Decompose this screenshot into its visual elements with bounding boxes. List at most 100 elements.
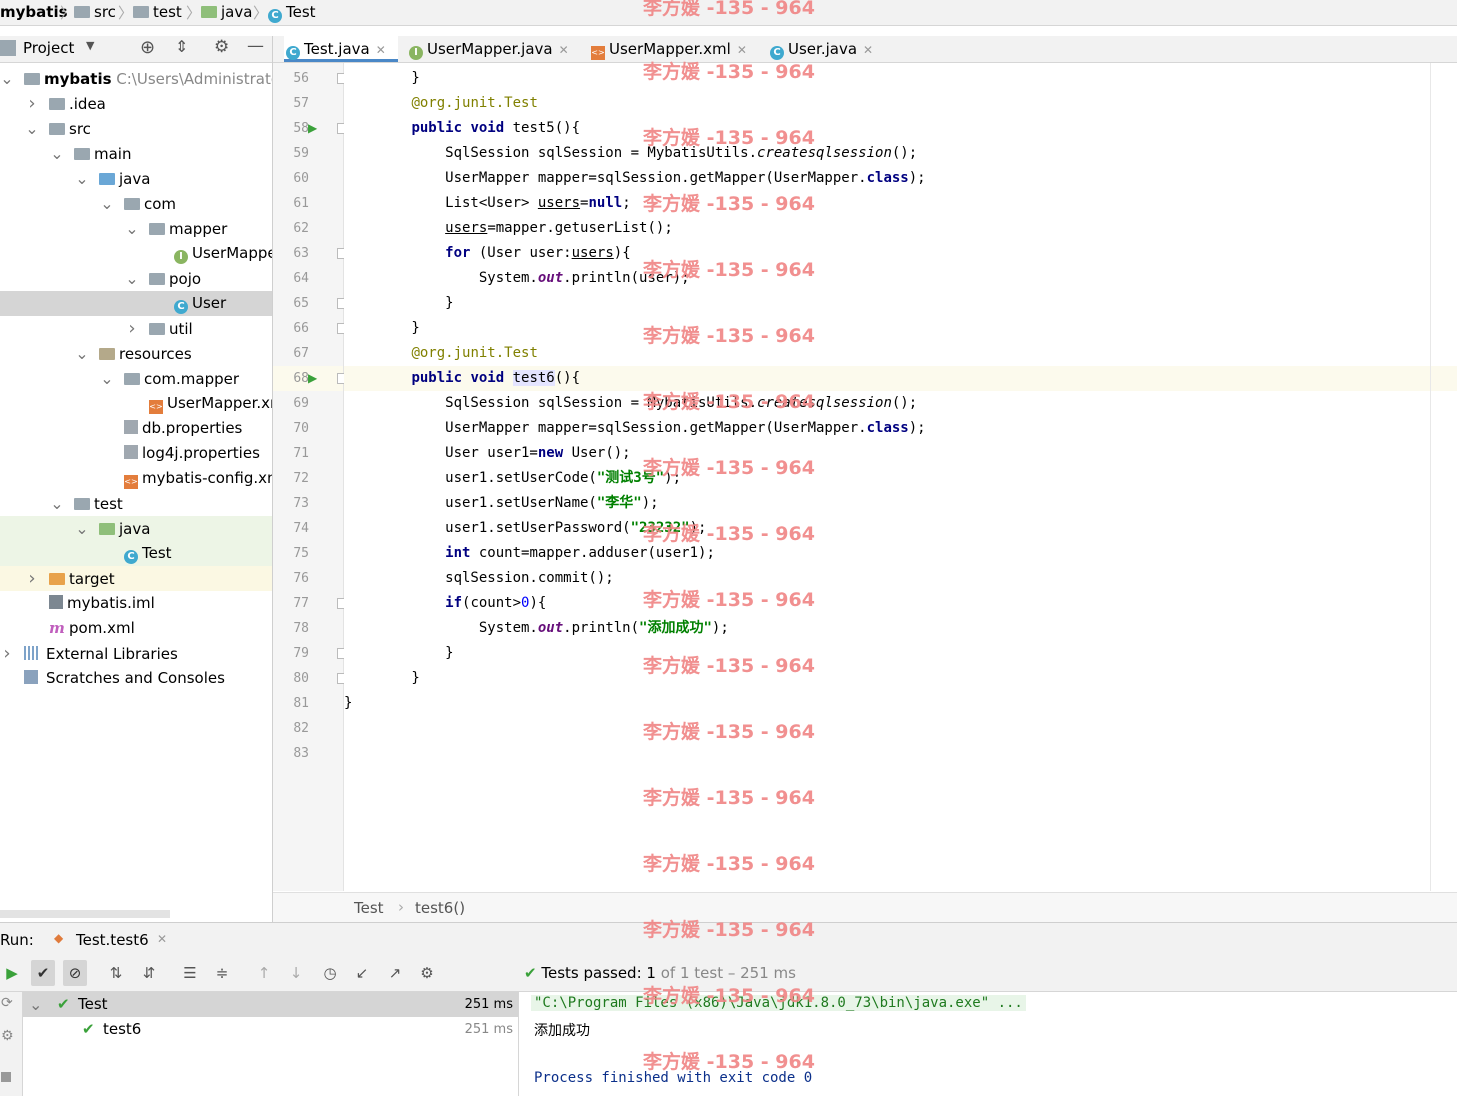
resources-folder-icon — [99, 348, 115, 360]
expand-all-icon[interactable]: ☰ — [178, 960, 202, 986]
chevron-right-icon[interactable]: › — [125, 316, 139, 341]
tree-item[interactable]: ⌄ resources — [0, 341, 272, 366]
gear-icon[interactable]: ⚙ — [214, 37, 229, 57]
debug-icon[interactable]: ⟳ — [1, 995, 13, 1011]
tab-usermapper-xml[interactable]: <> UserMapper.xml ✕ — [591, 36, 747, 62]
settings-icon[interactable]: ⚙ — [1, 1028, 14, 1044]
chevron-down-icon[interactable]: ▼ — [86, 39, 94, 52]
editor-gutter[interactable]: 56 57 58 ▶ 59 60 61 62 63 64 65 66 67 68 ▶ 69 70 71 72 73 74… — [273, 63, 348, 891]
chevron-down-icon[interactable]: ⌄ — [75, 166, 89, 191]
editor-breadcrumb-class[interactable]: Test — [354, 899, 384, 917]
test-result-row[interactable]: ✔ test6 251 ms — [23, 1017, 518, 1042]
collapse-all-icon[interactable]: ⇕ — [175, 37, 188, 56]
console-output[interactable]: "C:\Program Files (x86)\Java\jdk1.8.0_73… — [519, 992, 1457, 1096]
tree-item[interactable]: <> mybatis-config.xml — [0, 466, 272, 491]
import-tests-icon[interactable]: ↙ — [350, 960, 374, 986]
tab-usermapper-java[interactable]: I UserMapper.java ✕ — [409, 36, 569, 62]
sort-alpha-icon[interactable]: ⇅ — [104, 960, 128, 986]
code-editor[interactable]: } @org.junit.Test public void test5(){ S… — [344, 63, 1457, 891]
chevron-down-icon[interactable]: ⌄ — [29, 992, 42, 1017]
tree-item[interactable]: ⌄ com — [0, 191, 272, 216]
tree-item[interactable]: ⌄ mapper — [0, 216, 272, 241]
run-tab-test-test6[interactable]: Test.test6 — [76, 931, 149, 949]
project-view-title[interactable]: Project — [23, 39, 74, 57]
project-horizontal-scrollbar[interactable] — [0, 910, 170, 918]
library-icon — [24, 646, 40, 660]
editor-breadcrumb-method[interactable]: test6() — [415, 899, 465, 917]
tree-item[interactable]: <> UserMapper.xml — [0, 391, 272, 416]
next-failed-icon[interactable]: ↓ — [284, 960, 308, 986]
close-icon[interactable]: ✕ — [737, 43, 747, 57]
chevron-down-icon[interactable]: ⌄ — [25, 116, 39, 141]
tree-item[interactable]: Scratches and Consoles — [0, 666, 272, 691]
chevron-down-icon[interactable]: ⌄ — [75, 516, 89, 541]
tree-item[interactable]: C User — [0, 291, 272, 316]
breadcrumb-src[interactable]: src — [74, 3, 116, 21]
stop-icon[interactable] — [1, 1072, 11, 1082]
tree-item[interactable]: db.properties — [0, 416, 272, 441]
chevron-right-icon[interactable]: › — [25, 91, 39, 116]
run-test-icon[interactable]: ▶ — [308, 371, 317, 385]
tree-item[interactable]: ⌄ java — [0, 516, 272, 541]
tree-item[interactable]: log4j.properties — [0, 441, 272, 466]
chevron-down-icon[interactable]: ⌄ — [50, 491, 64, 516]
chevron-right-icon[interactable]: › — [0, 641, 14, 666]
close-icon[interactable]: ✕ — [559, 43, 569, 57]
collapse-all-icon[interactable]: ≑ — [210, 960, 234, 986]
tree-item[interactable]: ⌄ src — [0, 116, 272, 141]
tree-item[interactable]: m pom.xml — [0, 616, 272, 641]
minimize-icon[interactable]: — — [247, 36, 264, 56]
breadcrumb-test[interactable]: test — [133, 3, 182, 21]
chevron-down-icon[interactable]: ⌄ — [125, 266, 139, 291]
tree-item[interactable]: ⌄ pojo — [0, 266, 272, 291]
tree-item[interactable]: ⌄ mybatis C:\Users\Administrator — [0, 66, 272, 91]
tree-item[interactable]: ⌄ com.mapper — [0, 366, 272, 391]
folder-icon — [74, 498, 90, 510]
tree-item[interactable]: mybatis.iml — [0, 591, 272, 616]
rerun-icon[interactable]: ▶ — [0, 960, 24, 986]
tree-item[interactable]: › External Libraries — [0, 641, 272, 666]
line-number: 76 — [293, 571, 309, 586]
show-passed-icon[interactable]: ✔ — [31, 960, 55, 986]
run-test-icon[interactable]: ▶ — [308, 121, 317, 135]
tree-item-label: User — [192, 294, 227, 312]
chevron-down-icon[interactable]: ⌄ — [75, 341, 89, 366]
locate-icon[interactable]: ⊕ — [140, 37, 155, 58]
close-icon[interactable]: ✕ — [376, 43, 386, 57]
chevron-down-icon[interactable]: ⌄ — [0, 66, 14, 91]
breadcrumb-java[interactable]: java — [201, 3, 252, 21]
run-panel-header: Run: ◆ Test.test6 ✕ — [0, 922, 1457, 956]
chevron-down-icon[interactable]: ⌄ — [100, 366, 114, 391]
tree-item-label: util — [169, 320, 193, 338]
breadcrumb-project[interactable]: mybatis — [0, 3, 68, 21]
tree-item[interactable]: ⌄ java — [0, 166, 272, 191]
line-number: 71 — [293, 446, 309, 461]
tab-user-java[interactable]: C User.java ✕ — [770, 36, 873, 62]
gear-icon[interactable]: ⚙ — [415, 960, 439, 986]
tree-item[interactable]: › .idea — [0, 91, 272, 116]
code-line: } — [344, 645, 454, 661]
tree-item[interactable]: ⌄ main — [0, 141, 272, 166]
tree-item[interactable]: › util — [0, 316, 272, 341]
chevron-down-icon[interactable]: ⌄ — [100, 191, 114, 216]
tab-label: UserMapper.xml — [609, 40, 731, 58]
breadcrumb-separator-icon: 〉 — [60, 4, 76, 22]
test-result-row[interactable]: ⌄ ✔ Test 251 ms — [23, 992, 518, 1017]
tree-item[interactable]: C Test — [0, 541, 272, 566]
tree-item-label: mybatis.iml — [67, 594, 155, 612]
tree-item[interactable]: I UserMapper — [0, 241, 272, 266]
tree-item[interactable]: › target — [0, 566, 272, 591]
close-icon[interactable]: ✕ — [863, 43, 873, 57]
sort-duration-icon[interactable]: ⇵ — [137, 960, 161, 986]
tab-test-java[interactable]: C Test.java ✕ — [284, 36, 398, 62]
tree-item[interactable]: ⌄ test — [0, 491, 272, 516]
show-ignored-icon[interactable]: ⊘ — [63, 960, 87, 986]
chevron-down-icon[interactable]: ⌄ — [50, 141, 64, 166]
breadcrumb-test-class[interactable]: C Test — [268, 3, 316, 23]
previous-failed-icon[interactable]: ↑ — [252, 960, 276, 986]
chevron-down-icon[interactable]: ⌄ — [125, 216, 139, 241]
close-icon[interactable]: ✕ — [157, 932, 167, 946]
export-tests-icon[interactable]: ↗ — [383, 960, 407, 986]
chevron-right-icon[interactable]: › — [25, 566, 39, 591]
history-icon[interactable]: ◷ — [318, 960, 342, 986]
